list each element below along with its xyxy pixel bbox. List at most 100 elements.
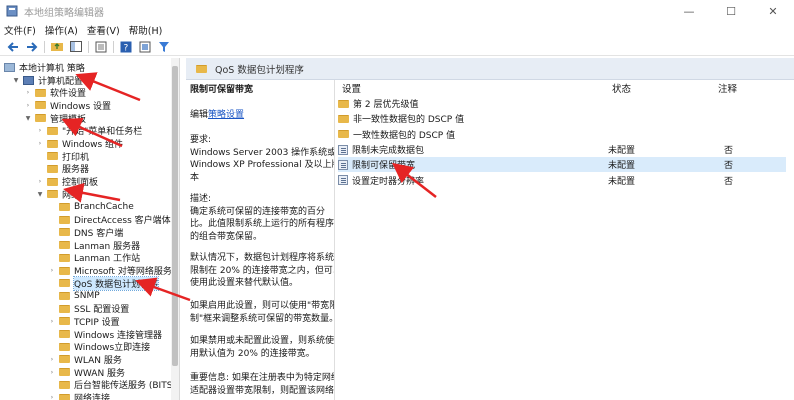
folder-icon (59, 368, 70, 377)
tree-item-network[interactable]: ▼ 网络 (36, 188, 80, 201)
tree-item-control-panel[interactable]: › 控制面板 (36, 175, 98, 188)
up-folder-icon[interactable] (50, 40, 64, 54)
collapse-chevron-icon[interactable]: ▼ (12, 76, 20, 84)
folder-icon (47, 164, 58, 173)
tree-item-bits[interactable]: 后台智能传送服务 (BITS) (48, 379, 176, 391)
minimize-button[interactable]: — (668, 0, 710, 22)
description-pane: 限制可保留带宽 编辑策略设置 要求: Windows Server 2003 操… (186, 80, 334, 400)
tree-item-win-instant[interactable]: Windows立即连接 (48, 340, 150, 353)
tree-item-snmp[interactable]: SNMP (48, 290, 100, 303)
tree-item-tcpip[interactable]: › TCPIP 设置 (48, 315, 120, 328)
description-line: 比。此值限制系统上运行的所有程序 (190, 219, 334, 230)
forward-arrow-icon[interactable] (25, 40, 39, 54)
menu-bar: 文件(F) 操作(A) 查看(V) 帮助(H) (0, 22, 794, 38)
expand-chevron-icon[interactable]: › (24, 89, 32, 97)
folder-icon (59, 330, 70, 339)
tree-item-computer-config[interactable]: ▼ 计算机配置 (12, 74, 83, 87)
open-folder-icon (196, 64, 207, 73)
column-header-setting[interactable]: 设置 (342, 80, 361, 96)
svg-text:?: ? (124, 43, 129, 53)
folder-icon (35, 101, 46, 110)
description-line: 用默认值为 20% 的连接带宽。 (190, 348, 315, 359)
menu-help[interactable]: 帮助(H) (129, 23, 163, 37)
tree-item-lanman-workstation[interactable]: Lanman 工作站 (48, 252, 140, 264)
expand-chevron-icon[interactable]: › (36, 178, 44, 186)
folder-icon (59, 228, 70, 237)
expand-chevron-icon[interactable]: › (48, 267, 56, 275)
description-line: 重要信息: 如果在注册表中为特定网络 (190, 373, 334, 383)
list-item[interactable]: 限制未完成数据包 未配置 否 (338, 142, 786, 157)
tree-item-windows-components[interactable]: › Windows 组件 (36, 137, 123, 150)
filter-icon[interactable] (157, 40, 171, 54)
maximize-button[interactable]: ☐ (710, 0, 752, 22)
show-hide-tree-icon[interactable] (69, 40, 83, 54)
description-line: 限制在 20% 的连接带宽之内，但可以 (190, 265, 334, 276)
close-button[interactable]: ✕ (752, 0, 794, 22)
menu-view[interactable]: 查看(V) (87, 23, 120, 37)
requirements-line: Windows XP Professional 及以上版 (190, 160, 334, 171)
tree-item-qos[interactable]: QoS 数据包计划程序 (48, 275, 160, 291)
expand-chevron-icon[interactable]: › (48, 355, 56, 363)
computer-icon (23, 75, 34, 85)
tree-item-win-conn-mgr[interactable]: Windows 连接管理器 (48, 328, 162, 341)
list-item-selected[interactable]: 限制可保留带宽 未配置 否 (338, 157, 786, 173)
column-header-state[interactable]: 状态 (612, 80, 631, 96)
toolbar: ? (0, 38, 794, 56)
tree-item-start-menu[interactable]: › "开始"菜单和任务栏 (36, 125, 142, 137)
back-arrow-icon[interactable] (6, 40, 20, 54)
tree-item-windows-settings[interactable]: › Windows 设置 (24, 99, 111, 112)
folder-icon (59, 203, 70, 212)
pane-divider[interactable] (334, 80, 335, 400)
folder-icon (59, 215, 70, 224)
folder-icon (59, 317, 70, 326)
expand-chevron-icon[interactable]: › (48, 394, 56, 400)
list-item[interactable]: 第 2 层优先级值 (338, 96, 786, 111)
tree-item-lanman-server[interactable]: Lanman 服务器 (48, 239, 140, 252)
expand-chevron-icon[interactable]: › (48, 317, 56, 325)
help-icon[interactable]: ? (119, 40, 133, 54)
list-item[interactable]: 非一致性数据包的 DSCP 值 (338, 111, 786, 126)
folder-icon (59, 380, 70, 389)
tree-item-branchcache[interactable]: BranchCache (48, 201, 134, 214)
tree-pane: 本地计算机 策略 ▼ 计算机配置 › 软件设置 › Windows 设置 ▼ 管… (0, 58, 180, 400)
tree-item-ms-peer[interactable]: › Microsoft 对等网络服务 (48, 264, 172, 277)
expand-chevron-icon[interactable]: › (24, 101, 32, 109)
export-list-icon[interactable] (94, 40, 108, 54)
tree-item-directaccess[interactable]: DirectAccess 客户端体验 (48, 213, 179, 226)
folder-icon (47, 126, 58, 135)
properties-icon[interactable] (138, 40, 152, 54)
tree-item-root[interactable]: 本地计算机 策略 (4, 61, 85, 74)
expand-chevron-icon[interactable]: › (48, 368, 56, 376)
tree-item-software-settings[interactable]: › 软件设置 (24, 86, 86, 99)
list-item[interactable]: 一致性数据包的 DSCP 值 (338, 127, 786, 142)
edit-policy-link[interactable]: 策略设置 (208, 110, 244, 120)
collapse-chevron-icon[interactable]: ▼ (24, 114, 32, 122)
column-header-comment[interactable]: 注释 (718, 80, 737, 96)
policy-title: 限制可保留带宽 (190, 85, 254, 95)
expand-chevron-icon[interactable]: › (36, 140, 44, 148)
collapse-chevron-icon[interactable]: ▼ (36, 190, 44, 198)
tree-item-admin-templates[interactable]: ▼ 管理模板 (24, 112, 86, 125)
requirements-label: 要求: (190, 135, 212, 145)
description-line: 如果禁用或未配置此设置，则系统使 (190, 336, 334, 346)
expand-chevron-icon[interactable]: › (36, 127, 44, 135)
description-line: 如果启用此设置，则可以使用"带宽限 (190, 301, 334, 311)
policy-setting-icon (338, 144, 348, 155)
list-item[interactable]: 设置定时器分辨率 未配置 否 (338, 173, 786, 188)
tree-item-printers[interactable]: 打印机 (36, 150, 89, 163)
requirements-line: Windows Server 2003 操作系统或 (190, 147, 334, 158)
toolbar-separator (113, 40, 114, 53)
tree-item-server[interactable]: 服务器 (36, 163, 89, 175)
tree-item-network-connections[interactable]: › 网络连接 (48, 391, 110, 400)
folder-icon (35, 88, 46, 97)
policy-setting-icon (338, 175, 348, 186)
tree-scrollbar[interactable] (171, 58, 179, 400)
menu-action[interactable]: 操作(A) (45, 23, 78, 37)
tree-item-dns-client[interactable]: DNS 客户端 (48, 226, 123, 239)
tree-scrollbar-thumb[interactable] (172, 66, 178, 366)
tree-item-wwan[interactable]: › WWAN 服务 (48, 366, 125, 379)
folder-icon (35, 114, 46, 123)
tree-item-ssl[interactable]: SSL 配置设置 (48, 302, 129, 315)
tree-item-wlan[interactable]: › WLAN 服务 (48, 353, 122, 366)
menu-file[interactable]: 文件(F) (4, 23, 36, 37)
